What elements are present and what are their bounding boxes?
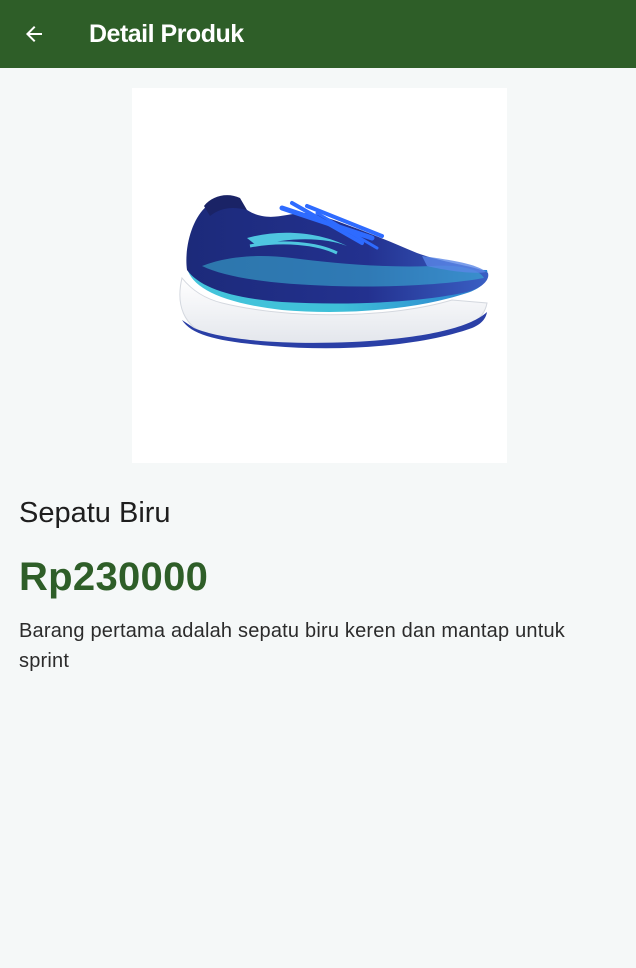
- arrow-left-icon: [26, 26, 42, 42]
- product-description: Barang pertama adalah sepatu biru keren …: [19, 620, 566, 672]
- shoe-image: [179, 195, 489, 349]
- app-bar: Detail Produk: [0, 0, 636, 68]
- product-name: Sepatu Biru: [19, 497, 171, 529]
- page-title: Detail Produk: [89, 20, 244, 48]
- product-price: Rp230000: [19, 555, 209, 599]
- back-button[interactable]: [14, 14, 54, 54]
- product-image: [132, 88, 507, 463]
